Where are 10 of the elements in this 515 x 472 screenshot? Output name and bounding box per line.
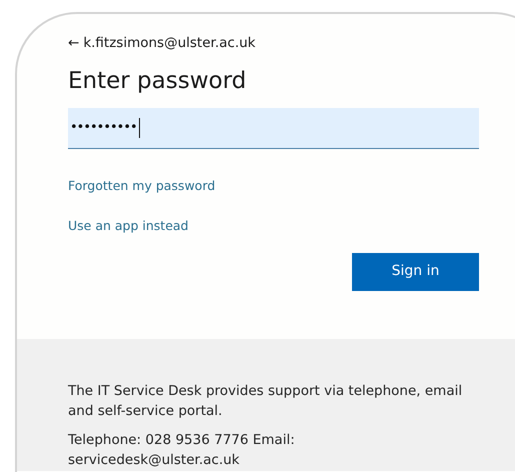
- text-link[interactable]: Use an app instead: [68, 216, 188, 236]
- footer-text: The IT Service Desk provides support via telephone, email and self-service portal.: [68, 382, 464, 421]
- footer-text: Telephone: 028 9536 7776 Email: servicedesk@ulster.ac.uk: [68, 431, 296, 470]
- back-arrow-icon: ←: [68, 33, 80, 54]
- password-field[interactable]: ••••••••••: [68, 108, 479, 149]
- sign-in-button[interactable]: Sign in: [352, 252, 479, 291]
- text-cursor: [138, 118, 140, 138]
- text-link[interactable]: Forgotten my password: [68, 176, 216, 196]
- back-link[interactable]: ← k.fitzsimons@ulster.ac.uk: [68, 33, 256, 54]
- page-title: Enter password: [68, 68, 248, 96]
